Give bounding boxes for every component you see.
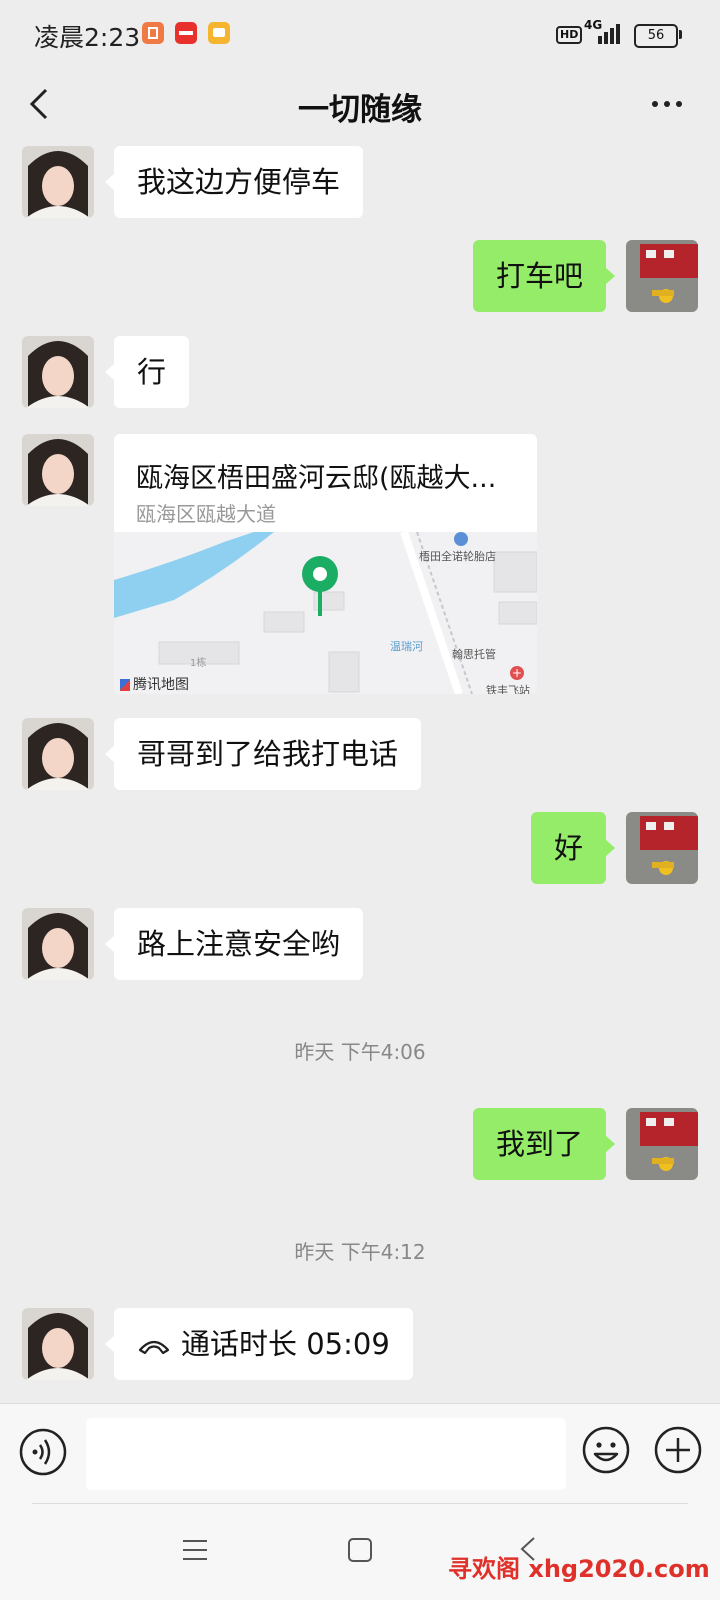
avatar[interactable]: [626, 1108, 698, 1180]
phone-hangup-icon: [138, 1340, 170, 1355]
location-title: 瓯海区梧田盛河云邸(瓯越大...: [136, 463, 497, 494]
message-bubble-received[interactable]: 行: [104, 336, 190, 408]
location-card[interactable]: 瓯海区梧田盛河云邸(瓯越大... 瓯海区瓯越大道 梧田全诺轮胎店 温瑞河 翰思托…: [114, 434, 537, 694]
status-bar: 凌晨2:23 HD 4G 56: [0, 0, 720, 70]
map-label-station: 铁丰飞站: [486, 684, 530, 694]
chat-title: 一切随缘: [298, 92, 422, 128]
yellow-message-icon: [208, 22, 230, 44]
avatar[interactable]: [22, 434, 94, 506]
location-map: 梧田全诺轮胎店 温瑞河 翰思托管 1栋 铁丰飞站 + 腾讯地图: [114, 532, 537, 694]
menu-icon[interactable]: [181, 1537, 209, 1563]
divider: [32, 1503, 688, 1504]
hospital-icon: +: [510, 666, 524, 680]
more-button[interactable]: [645, 84, 695, 124]
map-label-shop: 梧田全诺轮胎店: [419, 550, 496, 563]
map-pin-icon: [302, 556, 338, 616]
watermark-text: 寻欢阁 xhg2020.com: [448, 1555, 710, 1583]
call-record-bubble[interactable]: 通话时长 05:09: [105, 1308, 413, 1380]
avatar[interactable]: [626, 812, 698, 884]
input-bar: [0, 1403, 720, 1504]
emoji-button[interactable]: [580, 1424, 632, 1476]
battery-tip: [679, 30, 682, 39]
system-nav-bar: 寻欢阁 xhg2020.com: [0, 1503, 720, 1600]
map-label-school: 翰思托管: [452, 648, 496, 661]
map-provider: 腾讯地图: [120, 674, 189, 694]
avatar[interactable]: [22, 718, 94, 790]
message-bubble-received[interactable]: 我这边方便停车: [104, 146, 364, 218]
red-app-icon: [175, 22, 197, 44]
home-square-icon[interactable]: [346, 1536, 374, 1564]
map-label-building: 1栋: [190, 658, 207, 669]
timestamp: 昨天 下午4:06: [294, 1040, 426, 1064]
message-bubble-received[interactable]: 路上注意安全哟: [104, 908, 364, 980]
bus-stop-icon: [454, 532, 468, 546]
nav-bar: 一切随缘: [0, 70, 720, 138]
add-button[interactable]: [652, 1424, 704, 1476]
signal-icon: [590, 22, 626, 44]
message-bubble-sent[interactable]: 打车吧: [472, 240, 616, 312]
more-dots-icon: [652, 101, 682, 107]
message-bubble-sent[interactable]: 我到了: [472, 1108, 616, 1180]
emoji-icon: [582, 1426, 630, 1474]
hd-badge: HD: [556, 26, 583, 44]
timestamp: 昨天 下午4:12: [294, 1240, 426, 1264]
location-subtitle: 瓯海区瓯越大道: [136, 502, 276, 526]
orange-square-icon: [142, 22, 164, 44]
map-label-river: 温瑞河: [390, 640, 423, 653]
message-bubble-sent[interactable]: 好: [530, 812, 616, 884]
map-provider-label: 腾讯地图: [133, 677, 189, 693]
voice-icon: [19, 1428, 67, 1476]
avatar[interactable]: [626, 240, 698, 312]
voice-button[interactable]: [18, 1427, 68, 1477]
battery-icon: 56: [634, 24, 678, 48]
avatar[interactable]: [22, 146, 94, 218]
avatar[interactable]: [22, 336, 94, 408]
message-input[interactable]: [86, 1418, 566, 1490]
message-bubble-received[interactable]: 哥哥到了给我打电话: [104, 718, 422, 790]
avatar[interactable]: [22, 1308, 94, 1380]
plus-circle-icon: [654, 1426, 702, 1474]
tencent-map-icon: [120, 679, 130, 691]
status-time: 凌晨2:23: [34, 23, 141, 52]
avatar[interactable]: [22, 908, 94, 980]
call-duration-label: 通话时长 05:09: [181, 1327, 390, 1361]
